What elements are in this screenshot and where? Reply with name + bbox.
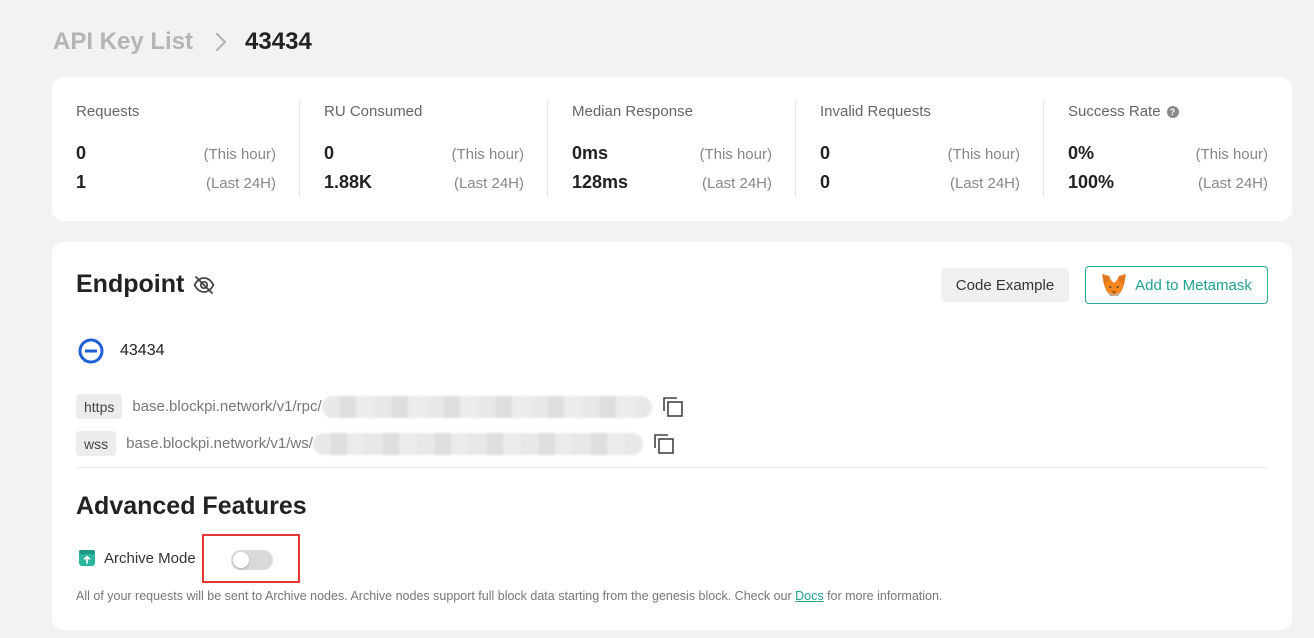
metamask-label: Add to Metamask	[1135, 276, 1252, 294]
endpoint-title: Endpoint	[76, 270, 185, 298]
stat-day-value: 128ms	[572, 172, 629, 192]
stat-title: Success Rate	[1068, 103, 1161, 120]
stat-hour-value: 0%	[1068, 143, 1095, 163]
archive-mode-label: Archive Mode	[104, 549, 196, 567]
eye-off-icon[interactable]	[193, 275, 215, 294]
redacted-key	[321, 395, 652, 418]
stats-card: Requests 0 (This hour) 1 (Last 24H) RU Con…	[52, 77, 1292, 221]
metamask-fox-icon	[1101, 273, 1127, 297]
archive-mode-row: Archive Mode	[78, 549, 196, 567]
redacted-key	[312, 432, 643, 455]
stat-hour-label: (This hour)	[947, 146, 1020, 163]
breadcrumb: API Key List 43434	[53, 26, 312, 58]
stat-title: RU Consumed	[324, 103, 423, 120]
archive-description: All of your requests will be sent to Arc…	[76, 589, 942, 603]
stat-day-label: (Last 24H)	[1197, 175, 1268, 192]
endpoint-url: base.blockpi.network/v1/ws/	[126, 435, 313, 452]
stat-median-response: Median Response 0ms (This hour) 128ms (Las…	[548, 77, 796, 221]
stat-hour-label: (This hour)	[203, 146, 276, 163]
copy-icon[interactable]	[653, 433, 675, 455]
stat-day-label: (Last 24H)	[205, 175, 276, 192]
archive-mode-toggle[interactable]	[231, 550, 273, 570]
stat-title: Invalid Requests	[820, 103, 931, 120]
chain-label: 43434	[120, 342, 165, 359]
code-example-button[interactable]: Code Example	[941, 268, 1069, 302]
chain-row: 43434	[78, 338, 165, 364]
endpoint-url: base.blockpi.network/v1/rpc/	[132, 398, 322, 415]
description-text-end: for more information.	[823, 589, 943, 603]
copy-icon[interactable]	[662, 396, 684, 418]
help-icon[interactable]: ?	[1166, 105, 1179, 118]
stat-title: Median Response	[572, 103, 693, 120]
add-to-metamask-button[interactable]: Add to Metamask	[1085, 266, 1268, 304]
stat-day-value: 1	[76, 172, 87, 192]
stat-hour-value: 0	[76, 143, 87, 163]
stat-requests: Requests 0 (This hour) 1 (Last 24H)	[52, 77, 300, 221]
docs-link[interactable]: Docs	[795, 589, 823, 603]
protocol-badge: wss	[76, 431, 117, 456]
stat-success-rate: Success Rate ? 0% (This hour) 100% (Last 2…	[1044, 77, 1292, 221]
stat-day-label: (Last 24H)	[701, 175, 772, 192]
stat-day-value: 0	[820, 172, 831, 192]
advanced-features-title: Advanced Features	[76, 492, 307, 520]
stat-day-label: (Last 24H)	[949, 175, 1020, 192]
chevron-right-icon	[215, 32, 227, 52]
stat-invalid-requests: Invalid Requests 0 (This hour) 0 (Last 24H…	[796, 77, 1044, 221]
wss-endpoint-row: wss base.blockpi.network/v1/ws/	[76, 431, 675, 456]
stat-hour-label: (This hour)	[1195, 146, 1268, 163]
https-endpoint-row: https base.blockpi.network/v1/rpc/	[76, 394, 684, 419]
stat-hour-value: 0	[324, 143, 335, 163]
endpoint-card: Endpoint Code Example Add to Metamask 43…	[52, 242, 1292, 630]
archive-icon	[78, 549, 96, 567]
toggle-knob	[233, 552, 249, 568]
stat-ru-consumed: RU Consumed 0 (This hour) 1.88K (Last 24H)	[300, 77, 548, 221]
divider	[76, 467, 1268, 468]
stat-day-value: 1.88K	[324, 172, 373, 192]
chain-logo-icon	[78, 338, 104, 364]
stat-hour-value: 0	[820, 143, 831, 163]
stat-hour-label: (This hour)	[451, 146, 524, 163]
stat-hour-value: 0ms	[572, 143, 609, 163]
stat-day-label: (Last 24H)	[453, 175, 524, 192]
page-title: 43434	[245, 28, 312, 55]
stat-day-value: 100%	[1068, 172, 1115, 192]
protocol-badge: https	[76, 394, 123, 419]
stat-hour-label: (This hour)	[699, 146, 772, 163]
description-text: All of your requests will be sent to Arc…	[76, 589, 796, 603]
stat-title: Requests	[76, 103, 140, 120]
breadcrumb-api-key-list-link[interactable]: API Key List	[53, 28, 193, 56]
